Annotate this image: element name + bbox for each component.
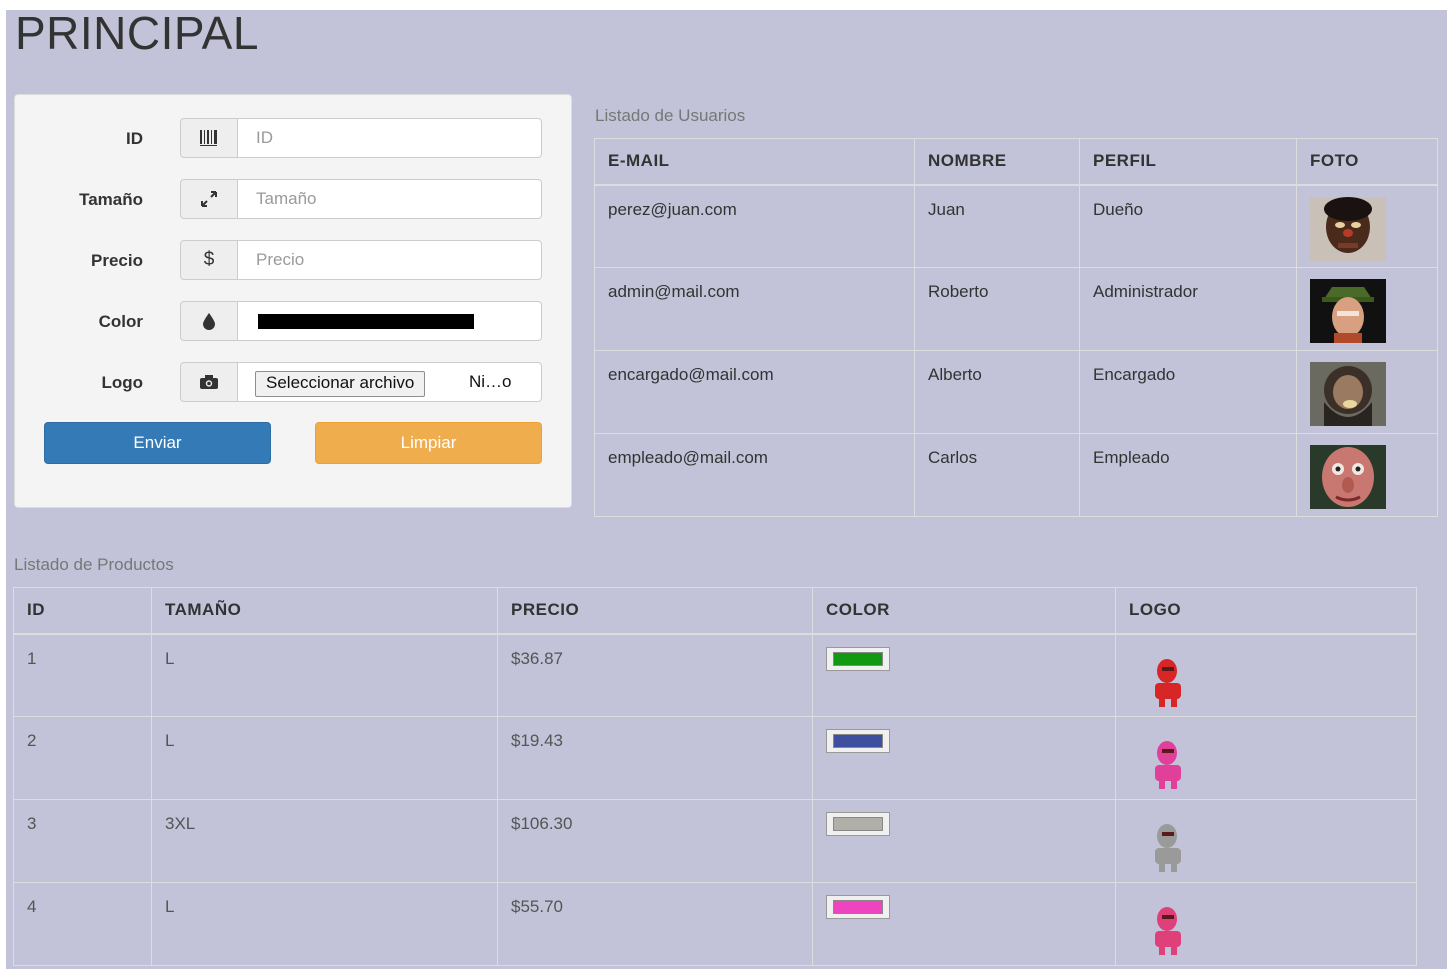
product-form: ID Tamaño Precio $ [14,94,572,508]
color-value-swatch [258,314,474,329]
price-label: Precio [91,251,143,270]
column-header-perfil: PERFIL [1079,138,1297,186]
tint-icon [180,301,238,341]
form-row-logo: Logo Seleccionar archivo Ni…o [15,362,571,404]
table-row: 3 3XL $106.30 [13,799,1417,883]
robot-logo-icon [1155,907,1181,955]
user-profile: Encargado [1079,350,1297,434]
page-title: PRINCIPAL [15,7,259,59]
page: PRINCIPAL ID Tamaño [6,7,1447,969]
choose-file-button[interactable]: Seleccionar archivo [255,371,426,397]
user-name: Roberto [914,267,1080,351]
product-size: L [151,633,498,717]
file-name: Ni…o [469,372,512,391]
column-header-logo: LOGO [1115,587,1417,635]
user-photo [1310,196,1386,261]
id-input[interactable] [238,118,542,158]
product-size: L [151,882,498,966]
users-header-row: E-MAIL NOMBRE PERFIL FOTO [594,138,1438,186]
robot-logo-icon [1155,741,1181,789]
user-profile: Empleado [1079,433,1297,517]
product-id: 2 [13,716,152,800]
user-photo-cell [1296,350,1438,434]
user-photo-cell [1296,433,1438,517]
product-logo-cell [1115,633,1417,717]
table-row: 1 L $36.87 [13,633,1417,717]
user-photo-cell [1296,267,1438,351]
column-header-id: ID [13,587,152,635]
user-profile: Dueño [1079,184,1297,268]
products-table: ID TAMAÑO PRECIO COLOR LOGO 1 L $36.87 2… [13,587,1417,966]
robot-logo-icon [1155,658,1181,707]
user-name: Alberto [914,350,1080,434]
table-row: empleado@mail.com Carlos Empleado [594,433,1438,517]
product-size: L [151,716,498,800]
product-color-swatch [826,729,890,753]
id-label: ID [126,129,143,148]
column-header-foto: FOTO [1296,138,1438,186]
table-row: admin@mail.com Roberto Administrador [594,267,1438,351]
products-header-row: ID TAMAÑO PRECIO COLOR LOGO [13,587,1417,635]
products-caption: Listado de Productos [14,555,174,574]
form-row-id: ID [15,118,571,160]
size-input[interactable] [238,179,542,219]
product-color-swatch [826,646,890,671]
user-name: Juan [914,184,1080,268]
table-row: perez@juan.com Juan Dueño [594,184,1438,268]
users-caption: Listado de Usuarios [595,106,746,125]
form-row-color: Color [15,301,571,343]
column-header-nombre: NOMBRE [914,138,1080,186]
table-row: 4 L $55.70 [13,882,1417,966]
column-header-tamano: TAMAÑO [151,587,498,635]
user-photo [1310,362,1386,426]
resize-icon [180,179,238,219]
user-email: empleado@mail.com [594,433,915,517]
user-email: admin@mail.com [594,267,915,351]
user-photo [1310,279,1386,343]
user-profile: Administrador [1079,267,1297,351]
product-price: $36.87 [497,633,813,717]
robot-logo-icon [1155,824,1181,872]
form-row-price: Precio $ [15,240,571,282]
user-email: encargado@mail.com [594,350,915,434]
table-row: encargado@mail.com Alberto Encargado [594,350,1438,434]
product-color-cell [812,716,1116,800]
table-row: 2 L $19.43 [13,716,1417,800]
product-color-cell [812,799,1116,883]
product-id: 4 [13,882,152,966]
logo-file-input[interactable]: Seleccionar archivo Ni…o [238,362,542,402]
product-logo-cell [1115,716,1417,800]
logo-label: Logo [101,373,143,392]
product-price: $19.43 [497,716,813,800]
clear-button[interactable]: Limpiar [315,422,542,464]
color-picker[interactable] [238,301,542,341]
column-header-color: COLOR [812,587,1116,635]
submit-button[interactable]: Enviar [44,422,271,464]
dollar-icon: $ [180,240,238,280]
product-id: 3 [13,799,152,883]
product-logo-cell [1115,882,1417,966]
column-header-email: E-MAIL [594,138,915,186]
product-color-cell [812,633,1116,717]
users-table: E-MAIL NOMBRE PERFIL FOTO perez@juan.com… [594,138,1438,517]
column-header-precio: PRECIO [497,587,813,635]
product-color-swatch [826,812,890,836]
price-input[interactable] [238,240,542,280]
product-id: 1 [13,633,152,717]
user-name: Carlos [914,433,1080,517]
product-price: $106.30 [497,799,813,883]
form-row-size: Tamaño [15,179,571,221]
camera-icon [180,362,238,402]
product-color-swatch [826,895,890,919]
product-size: 3XL [151,799,498,883]
product-logo-cell [1115,799,1417,883]
user-email: perez@juan.com [594,184,915,268]
size-label: Tamaño [79,190,143,209]
product-color-cell [812,882,1116,966]
user-photo [1310,445,1386,509]
product-price: $55.70 [497,882,813,966]
barcode-icon [180,118,238,158]
color-label: Color [98,312,143,331]
user-photo-cell [1296,184,1438,268]
